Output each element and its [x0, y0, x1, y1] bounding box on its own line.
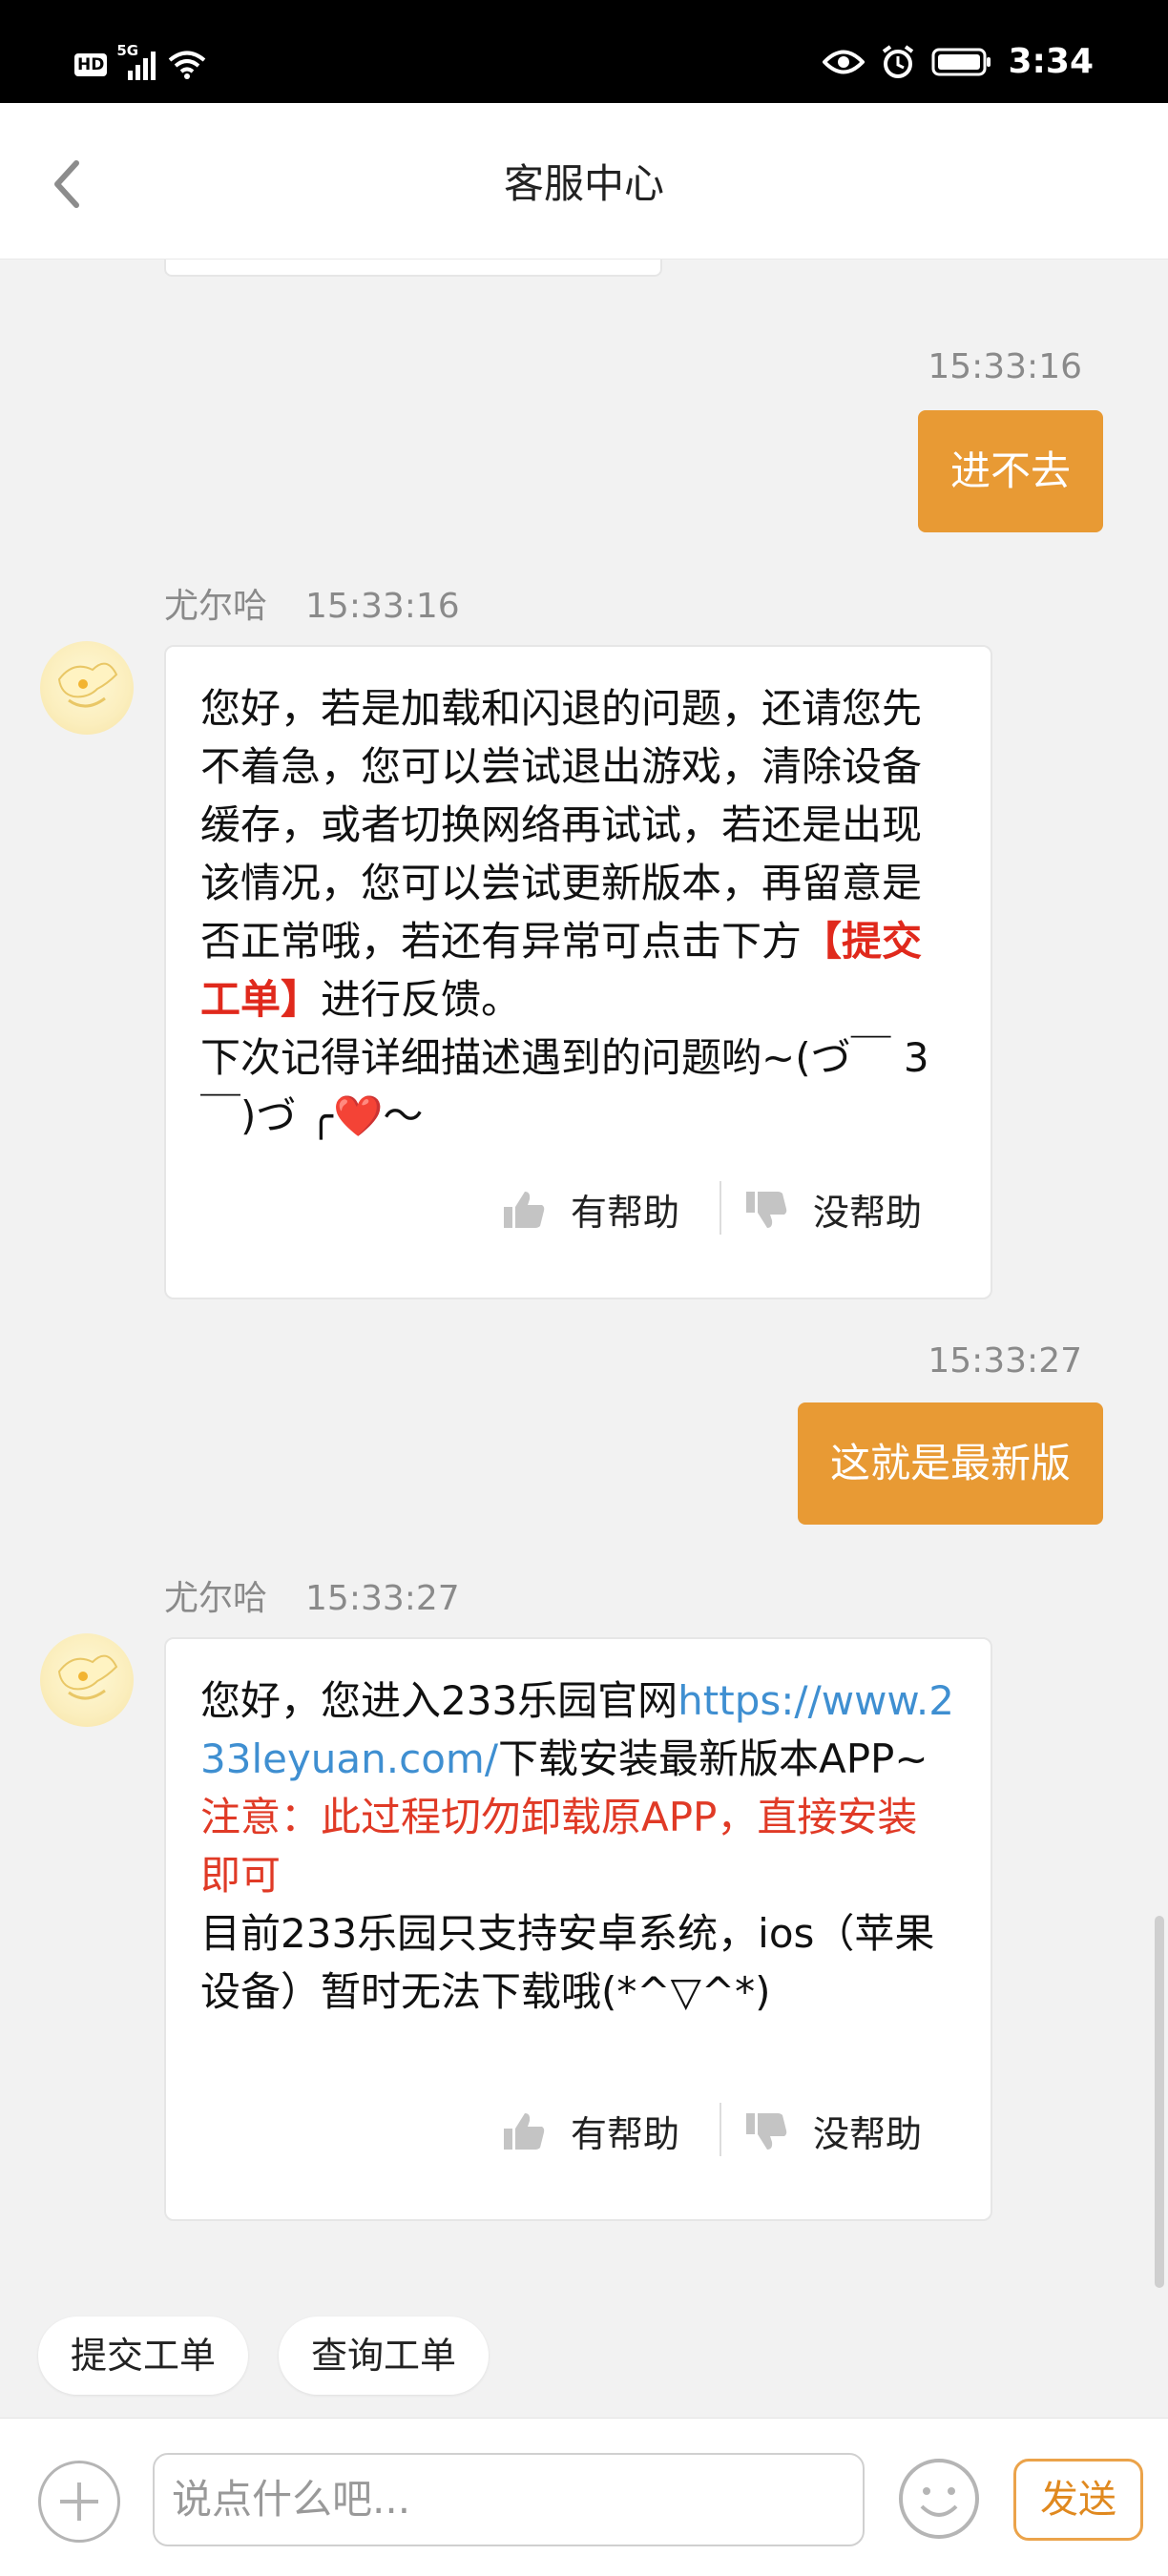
helpful-label: 有帮助	[571, 1192, 680, 1234]
input-bar: 说点什么吧... 发送	[0, 2418, 1168, 2576]
message-paragraph: 下次记得详细描述遇到的问题哟~(づ￣ 3￣)づ ╭❤️～	[200, 1034, 929, 1139]
message-paragraph-end: 进行反馈。	[321, 976, 522, 1023]
agent-name: 尤尔哈	[164, 1579, 268, 1618]
message-timestamp: 15:33:16	[928, 347, 1082, 386]
agent-message-text: 您好，若是加载和闪退的问题，还请您先不着急，您可以尝试退出游戏，清除设备缓存，或…	[166, 647, 991, 1145]
agent-avatar-image	[57, 1654, 118, 1700]
emoji-button[interactable]	[897, 2457, 981, 2541]
smiley-icon	[899, 2459, 979, 2539]
status-right: 3:34	[823, 42, 1094, 81]
status-left: HD 5G	[74, 42, 206, 82]
agent-message-card: 您好，您进入233乐园官网https://www.233leyuan.com/下…	[164, 1637, 992, 2221]
send-button[interactable]: 发送	[1013, 2459, 1143, 2541]
agent-message-text: 您好，您进入233乐园官网https://www.233leyuan.com/下…	[166, 1639, 991, 2021]
message-paragraph: 目前233乐园只支持安卓系统，ios（苹果设备）暂时无法下载哦(*^▽^*)	[200, 1910, 935, 2015]
message-input[interactable]: 说点什么吧...	[153, 2453, 865, 2546]
agent-message-card: 您好，若是加载和闪退的问题，还请您先不着急，您可以尝试退出游戏，清除设备缓存，或…	[164, 645, 992, 1299]
message-timestamp: 15:33:16	[305, 587, 460, 626]
alarm-icon	[883, 44, 914, 78]
query-ticket-button[interactable]: 查询工单	[279, 2316, 490, 2395]
feedback-row: 有帮助 没帮助	[166, 1181, 991, 1240]
page-title: 客服中心	[503, 160, 664, 207]
message-timestamp: 15:33:27	[305, 1579, 460, 1618]
agent-avatar-image	[57, 662, 118, 708]
submit-ticket-button[interactable]: 提交工单	[38, 2316, 249, 2395]
feedback-row: 有帮助 没帮助	[166, 2103, 991, 2162]
scrollbar[interactable]	[1155, 1916, 1164, 2288]
unhelpful-label: 没帮助	[813, 1192, 923, 1234]
agent-sender-line: 尤尔哈 15:33:16	[164, 578, 460, 628]
chat-message-list[interactable]: 15:33:16 进不去 尤尔哈 15:33:16 您好，若是加载和闪退的问题，还…	[0, 260, 1168, 2292]
agent-avatar	[40, 1633, 134, 1727]
message-paragraph: 您好，您进入233乐园官网	[200, 1677, 678, 1724]
plus-icon	[60, 2483, 98, 2521]
clock: 3:34	[1008, 42, 1094, 81]
wifi-icon	[169, 51, 206, 79]
cellular-signal-icon: 5G	[116, 42, 158, 82]
nav-header: 客服中心	[0, 103, 1168, 260]
user-message-bubble: 进不去	[917, 410, 1103, 532]
status-bar: HD 5G 3:34	[0, 0, 1168, 103]
unhelpful-button[interactable]: 没帮助	[744, 1183, 922, 1236]
message-timestamp: 15:33:27	[928, 1341, 1082, 1381]
thumbs-up-icon	[504, 2112, 545, 2150]
thumbs-down-icon	[746, 1191, 787, 1228]
helpful-button[interactable]: 有帮助	[502, 2105, 679, 2157]
user-message-bubble: 这就是最新版	[797, 1402, 1103, 1525]
battery-icon	[931, 48, 991, 75]
helpful-button[interactable]: 有帮助	[502, 1183, 679, 1236]
feedback-divider	[720, 2103, 721, 2156]
message-paragraph-end: 下载安装最新版本APP~	[498, 1735, 928, 1782]
unhelpful-label: 没帮助	[813, 2113, 923, 2155]
agent-name: 尤尔哈	[164, 587, 268, 626]
warning-text: 注意：此过程切勿卸载原APP，直接安装即可	[200, 1794, 918, 1899]
previous-message-card	[164, 260, 662, 277]
thumbs-up-icon	[504, 1191, 545, 1228]
helpful-label: 有帮助	[571, 2113, 680, 2155]
hd-badge: HD	[74, 53, 108, 76]
attach-button[interactable]	[38, 2461, 120, 2543]
unhelpful-button[interactable]: 没帮助	[744, 2105, 922, 2157]
eye-icon	[823, 50, 866, 73]
agent-sender-line: 尤尔哈 15:33:27	[164, 1570, 460, 1620]
thumbs-down-icon	[746, 2112, 787, 2150]
feedback-divider	[720, 1181, 721, 1235]
agent-avatar	[40, 641, 134, 735]
